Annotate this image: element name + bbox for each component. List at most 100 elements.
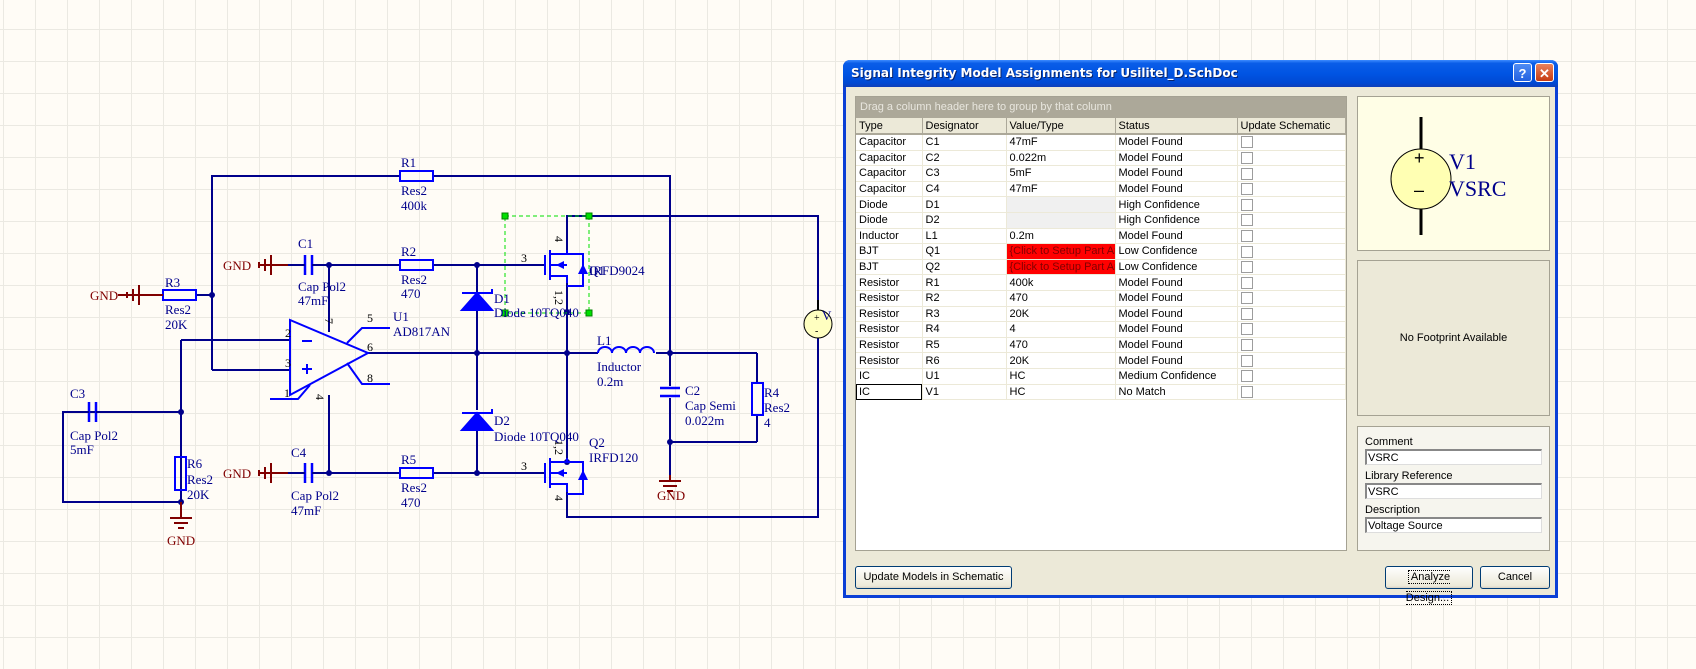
value-cell[interactable]: 5mF (1006, 165, 1116, 182)
dialog-titlebar[interactable]: Signal Integrity Model Assignments for U… (843, 60, 1558, 87)
r3-value: 20K (165, 317, 188, 332)
pin-number: 3 (285, 356, 291, 370)
value-cell[interactable]: {Click to Setup Part Array} (1006, 259, 1116, 276)
analyze-design-button[interactable]: Analyze Design... (1385, 566, 1473, 605)
table-row[interactable]: IC V1 HC No Match (856, 384, 1346, 401)
help-button[interactable]: ? (1513, 63, 1532, 82)
update-models-button[interactable]: Update Models in Schematic (855, 566, 1012, 589)
value-cell[interactable]: 20K (1006, 306, 1116, 323)
close-button[interactable]: ✕ (1535, 63, 1554, 82)
update-schematic-checkbox[interactable] (1240, 354, 1253, 367)
type-cell: Diode (856, 196, 923, 213)
update-schematic-checkbox[interactable] (1240, 323, 1253, 336)
value-cell[interactable]: 47mF (1006, 134, 1116, 151)
table-row[interactable]: Capacitor C1 47mF Model Found (856, 134, 1346, 151)
column-header[interactable]: Update Schematic (1237, 118, 1346, 135)
update-schematic-checkbox[interactable] (1240, 229, 1253, 242)
column-header[interactable]: Designator (922, 118, 1007, 135)
update-schematic-checkbox[interactable] (1240, 370, 1253, 383)
value-cell[interactable]: 47mF (1006, 181, 1116, 198)
type-cell: Resistor (856, 352, 923, 369)
l1-designator: L1 (597, 333, 611, 348)
gnd-label: GND (223, 258, 251, 273)
wires (62, 175, 819, 518)
type-cell: Resistor (856, 306, 923, 323)
table-row[interactable]: Diode D1 High Confidence (856, 196, 1346, 213)
pin-number: 8 (367, 371, 373, 385)
type-cell: Resistor (856, 337, 923, 354)
table-row[interactable]: Resistor R1 400k Model Found (856, 274, 1346, 291)
schematic-canvas[interactable]: R1 Res2 400k R2 Res2 470 R3 Res2 20K R5 … (0, 0, 840, 669)
r5-model: Res2 (401, 480, 427, 495)
table-row[interactable]: Resistor R5 470 Model Found (856, 337, 1346, 354)
table-row[interactable]: Capacitor C4 47mF Model Found (856, 181, 1346, 198)
status-cell: Model Found (1115, 290, 1238, 307)
status-cell: High Confidence (1115, 196, 1238, 213)
update-schematic-cell (1237, 352, 1346, 369)
update-schematic-checkbox[interactable] (1240, 261, 1253, 274)
r4-designator: R4 (764, 385, 780, 400)
value-cell[interactable]: 20K (1006, 352, 1116, 369)
update-schematic-checkbox[interactable] (1240, 245, 1253, 258)
r2-designator: R2 (401, 244, 416, 259)
update-schematic-cell (1237, 228, 1346, 245)
value-cell[interactable]: 470 (1006, 290, 1116, 307)
update-schematic-cell (1237, 196, 1346, 213)
pin-number: 1,2 (552, 290, 566, 305)
library-reference-field[interactable]: VSRC (1365, 483, 1542, 499)
update-schematic-cell (1237, 384, 1346, 401)
value-cell[interactable]: {Click to Setup Part Array} (1006, 243, 1116, 260)
r1-body (399, 170, 434, 182)
designator-cell: R4 (922, 321, 1007, 338)
value-cell[interactable]: 0.2m (1006, 228, 1116, 245)
update-schematic-checkbox[interactable] (1240, 292, 1253, 305)
status-cell: Model Found (1115, 134, 1238, 151)
type-cell: Resistor (856, 290, 923, 307)
value-cell[interactable] (1006, 212, 1116, 229)
update-schematic-checkbox[interactable] (1240, 214, 1253, 227)
comment-field[interactable]: VSRC (1365, 449, 1542, 465)
table-row[interactable]: Capacitor C2 0.022m Model Found (856, 150, 1346, 167)
value-cell[interactable]: 4 (1006, 321, 1116, 338)
update-schematic-checkbox[interactable] (1240, 307, 1253, 320)
update-schematic-checkbox[interactable] (1240, 183, 1253, 196)
table-row[interactable]: Inductor L1 0.2m Model Found (856, 228, 1346, 245)
cancel-button[interactable]: Cancel (1480, 566, 1550, 589)
mosfets (525, 250, 584, 495)
table-row[interactable]: Capacitor C3 5mF Model Found (856, 165, 1346, 182)
pin-number: 4 (313, 394, 327, 400)
value-cell[interactable]: 470 (1006, 337, 1116, 354)
table-row[interactable]: Resistor R6 20K Model Found (856, 352, 1346, 369)
value-cell[interactable] (1006, 196, 1116, 213)
table-row[interactable]: BJTQ1{Click to Setup Part Array}Low Conf… (856, 243, 1346, 260)
description-field[interactable]: Voltage Source (1365, 517, 1542, 533)
pin-number: 3 (521, 251, 527, 265)
update-schematic-checkbox[interactable] (1240, 339, 1253, 352)
table-row[interactable]: Resistor R2 470 Model Found (856, 290, 1346, 307)
pin-number: 1 (284, 386, 290, 400)
r1-model: Res2 (401, 183, 427, 198)
table-row[interactable]: IC U1 HC Medium Confidence (856, 368, 1346, 385)
type-cell: Capacitor (856, 134, 923, 151)
group-by-bar[interactable]: Drag a column header here to group by th… (856, 97, 1346, 118)
value-cell[interactable]: 0.022m (1006, 150, 1116, 167)
value-cell[interactable]: 400k (1006, 274, 1116, 291)
value-cell[interactable]: HC (1006, 384, 1116, 401)
update-schematic-checkbox[interactable] (1240, 136, 1253, 149)
column-header[interactable]: Value/Type (1006, 118, 1116, 135)
value-cell[interactable]: HC (1006, 368, 1116, 385)
status-cell: Model Found (1115, 228, 1238, 245)
column-header[interactable]: Status (1115, 118, 1238, 135)
table-row[interactable]: Diode D2 High Confidence (856, 212, 1346, 229)
update-schematic-checkbox[interactable] (1240, 151, 1253, 164)
update-schematic-checkbox[interactable] (1240, 167, 1253, 180)
table-row[interactable]: Resistor R4 4 Model Found (856, 321, 1346, 338)
update-schematic-checkbox[interactable] (1240, 198, 1253, 211)
table-row[interactable]: BJTQ2{Click to Setup Part Array}Low Conf… (856, 259, 1346, 276)
update-schematic-checkbox[interactable] (1240, 276, 1253, 289)
v1-plus: + (814, 313, 820, 324)
table-row[interactable]: Resistor R3 20K Model Found (856, 306, 1346, 323)
update-schematic-checkbox[interactable] (1240, 385, 1253, 398)
column-header[interactable]: Type (856, 118, 923, 135)
v1-designator: V (822, 308, 832, 323)
